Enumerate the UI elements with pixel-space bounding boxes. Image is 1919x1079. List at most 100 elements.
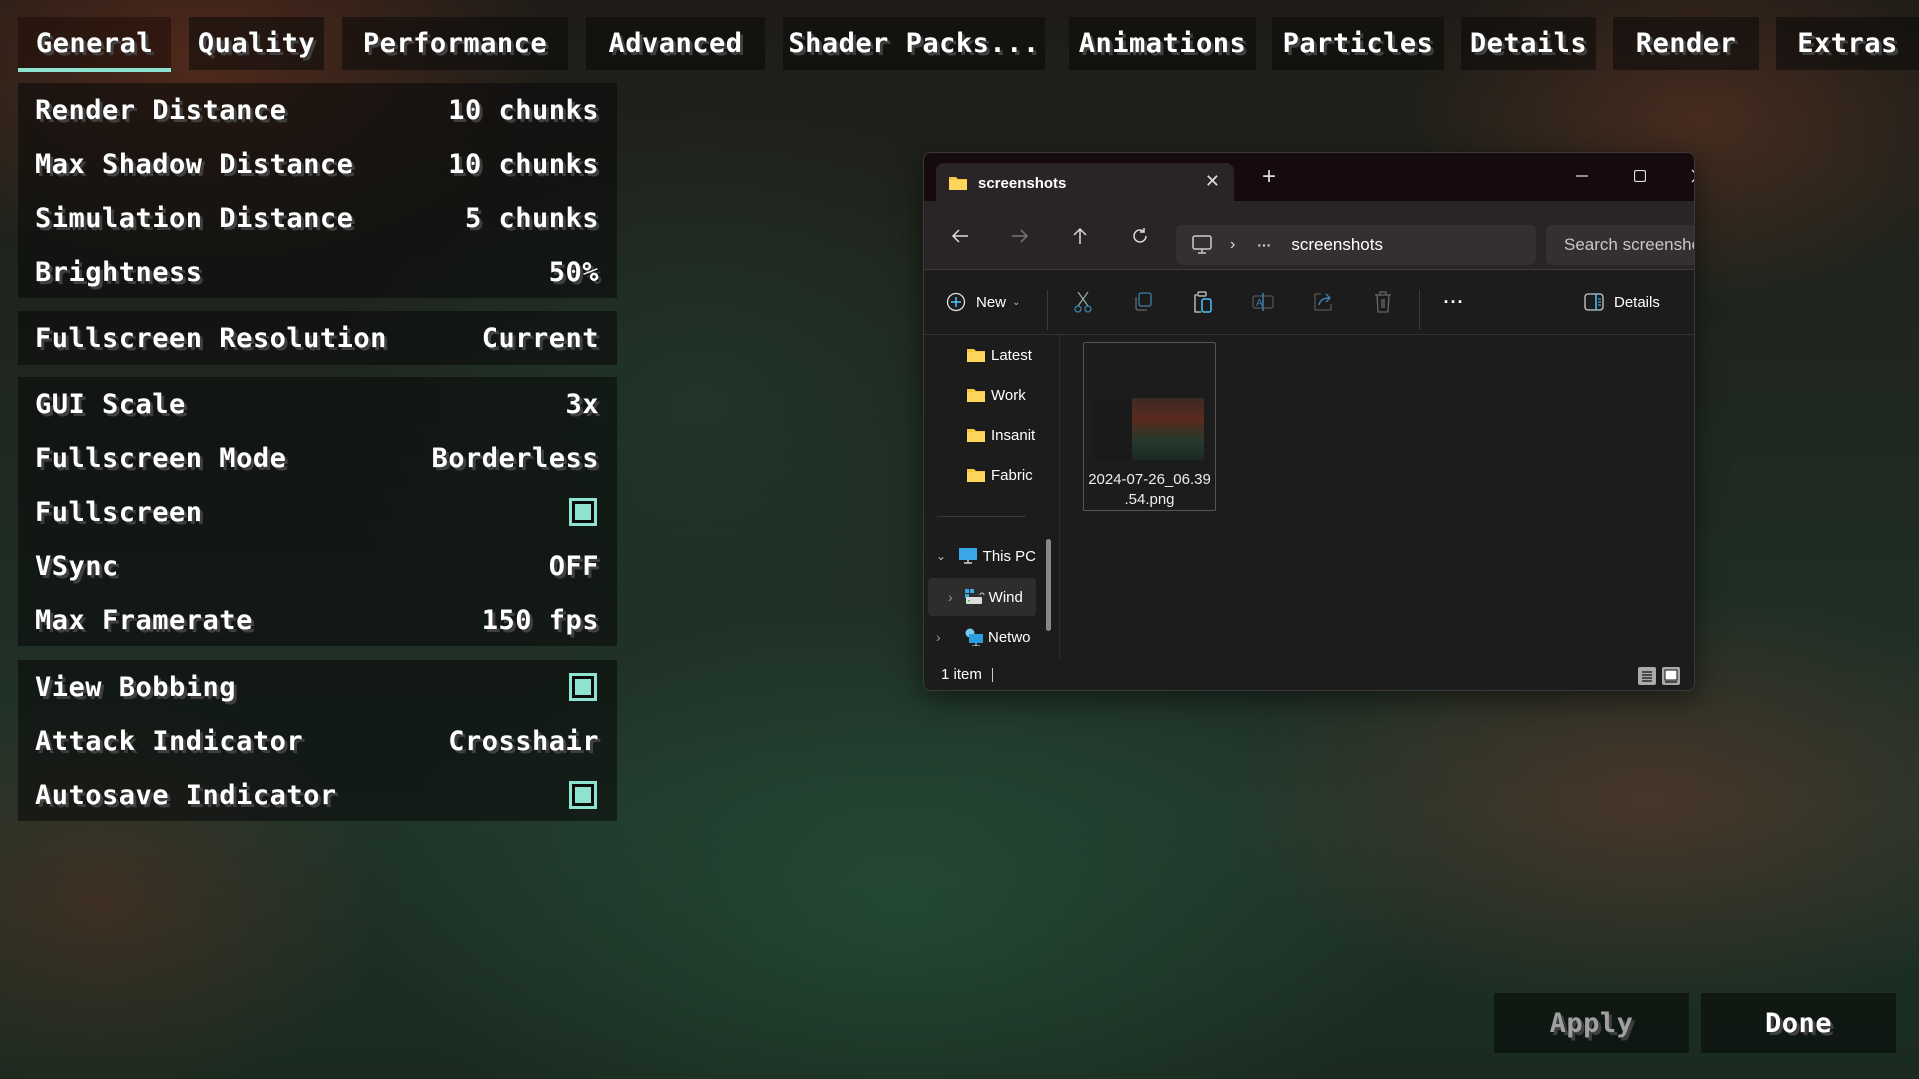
more-options-button[interactable]: ··· [1429, 284, 1479, 320]
new-label: New [976, 293, 1007, 311]
minimize-button[interactable] [1562, 161, 1602, 191]
image-thumbnail [1093, 398, 1204, 460]
maximize-button[interactable] [1620, 161, 1660, 191]
setting-fullscreen[interactable]: Fullscreen [18, 485, 617, 539]
computer-icon [1192, 235, 1212, 255]
new-button[interactable]: New ⌄ [946, 284, 1026, 320]
tab-details[interactable]: Details [1461, 17, 1596, 70]
setting-fullscreen-resolution[interactable]: Fullscreen Resolution Current [18, 311, 617, 365]
plus-icon: + [1261, 163, 1276, 190]
details-view-button[interactable] [1638, 667, 1656, 685]
setting-simulation-distance[interactable]: Simulation Distance 5 chunks [18, 191, 617, 245]
nav-label: Wind [988, 588, 1023, 606]
nav-item-network[interactable]: › Netwo [936, 618, 1036, 656]
chevron-right-icon[interactable]: › [948, 589, 953, 605]
forward-button[interactable] [1002, 218, 1038, 254]
folder-icon [967, 428, 985, 442]
network-icon [964, 628, 984, 646]
chevron-down-icon[interactable]: ⌄ [936, 549, 951, 563]
up-button[interactable] [1062, 218, 1098, 254]
tab-advanced[interactable]: Advanced [586, 17, 765, 70]
setting-value: 5 chunks [464, 202, 599, 234]
tab-shader-packs[interactable]: Shader Packs... [783, 17, 1045, 70]
details-pane-icon [1584, 293, 1604, 311]
file-item[interactable]: 2024-07-26_06.39.54.png [1083, 342, 1216, 511]
tab-render[interactable]: Render [1613, 17, 1759, 70]
nav-pane-scrollbar[interactable] [1046, 539, 1051, 631]
tab-general[interactable]: General [18, 17, 171, 72]
tab-performance[interactable]: Performance [342, 17, 568, 70]
trash-icon [1375, 291, 1391, 313]
setting-view-bobbing[interactable]: View Bobbing [18, 660, 617, 714]
refresh-button[interactable] [1122, 218, 1158, 254]
command-bar: New ⌄ A ··· Details [924, 270, 1694, 335]
breadcrumb-current[interactable]: screenshots [1291, 235, 1383, 255]
navigation-pane: Latest Work Insanit Fabric ⌄ This PC › Win… [924, 335, 1060, 659]
setting-value: 3x [565, 388, 599, 420]
drive-icon [964, 589, 985, 605]
close-tab-icon[interactable]: ✕ [1205, 171, 1220, 192]
setting-max-framerate[interactable]: Max Framerate 150 fps [18, 593, 617, 647]
setting-label: Render Distance [35, 94, 287, 126]
settings-group-resolution: Fullscreen Resolution Current [18, 311, 617, 365]
setting-autosave-indicator[interactable]: Autosave Indicator [18, 768, 617, 822]
autosave-indicator-checkbox[interactable] [569, 781, 597, 809]
folder-icon [967, 468, 985, 482]
setting-label: Autosave Indicator [35, 779, 337, 811]
fullscreen-checkbox[interactable] [569, 498, 597, 526]
setting-value: 10 chunks [448, 94, 599, 126]
setting-vsync[interactable]: VSync OFF [18, 539, 617, 593]
address-bar[interactable]: › ··· screenshots [1176, 225, 1536, 265]
setting-attack-indicator[interactable]: Attack Indicator Crosshair [18, 714, 617, 768]
setting-gui-scale[interactable]: GUI Scale 3x [18, 377, 617, 431]
rename-button[interactable]: A [1244, 284, 1282, 320]
tab-particles[interactable]: Particles [1272, 17, 1444, 70]
search-input[interactable]: Search screenshots [1546, 225, 1694, 265]
setting-label: Simulation Distance [35, 202, 354, 234]
tab-label: Render [1635, 28, 1737, 59]
large-icons-view-button[interactable] [1662, 667, 1680, 685]
setting-max-shadow-distance[interactable]: Max Shadow Distance 10 chunks [18, 137, 617, 191]
share-button[interactable] [1304, 284, 1342, 320]
details-label: Details [1614, 293, 1660, 311]
explorer-tab[interactable]: screenshots ✕ [936, 163, 1234, 203]
file-list: 2024-07-26_06.39.54.png [1060, 335, 1694, 659]
cut-button[interactable] [1064, 284, 1102, 320]
plus-circle-icon [946, 292, 966, 312]
view-bobbing-checkbox[interactable] [569, 673, 597, 701]
tab-label: Advanced [608, 28, 743, 59]
paste-button[interactable] [1184, 284, 1222, 320]
setting-value: 150 fps [481, 604, 599, 636]
item-count: 1 item [941, 666, 982, 683]
tab-quality[interactable]: Quality [189, 17, 324, 70]
setting-render-distance[interactable]: Render Distance 10 chunks [18, 83, 617, 137]
tab-extras[interactable]: Extras [1776, 17, 1919, 70]
setting-brightness[interactable]: Brightness 50% [18, 245, 617, 299]
back-button[interactable] [942, 218, 978, 254]
apply-button[interactable]: Apply [1494, 993, 1689, 1053]
chevron-right-icon[interactable]: › [936, 629, 956, 645]
breadcrumb-overflow[interactable]: ··· [1257, 237, 1271, 253]
svg-text:A: A [1256, 298, 1263, 309]
setting-fullscreen-mode[interactable]: Fullscreen Mode Borderless [18, 431, 617, 485]
close-window-button[interactable] [1678, 161, 1694, 191]
details-pane-button[interactable]: Details [1584, 284, 1674, 320]
delete-button[interactable] [1364, 284, 1402, 320]
new-tab-button[interactable]: + [1254, 163, 1284, 191]
nav-item-insanity[interactable]: Insanit [967, 416, 1059, 454]
folder-icon [967, 348, 985, 362]
done-button[interactable]: Done [1701, 993, 1896, 1053]
tab-label: Quality [197, 28, 316, 59]
list-view-icon [1642, 671, 1652, 682]
divider [1419, 290, 1420, 330]
tab-animations[interactable]: Animations [1069, 17, 1256, 70]
nav-item-this-pc[interactable]: ⌄ This PC [936, 537, 1036, 575]
tab-label: Particles [1282, 28, 1434, 59]
nav-item-windows-drive[interactable]: › Wind [928, 578, 1036, 616]
setting-value: 50% [548, 256, 599, 288]
done-label: Done [1764, 1007, 1833, 1039]
copy-button[interactable] [1124, 284, 1162, 320]
tab-label: General [35, 28, 154, 59]
nav-label: Netwo [988, 628, 1031, 646]
nav-label: Insanit [991, 426, 1036, 444]
